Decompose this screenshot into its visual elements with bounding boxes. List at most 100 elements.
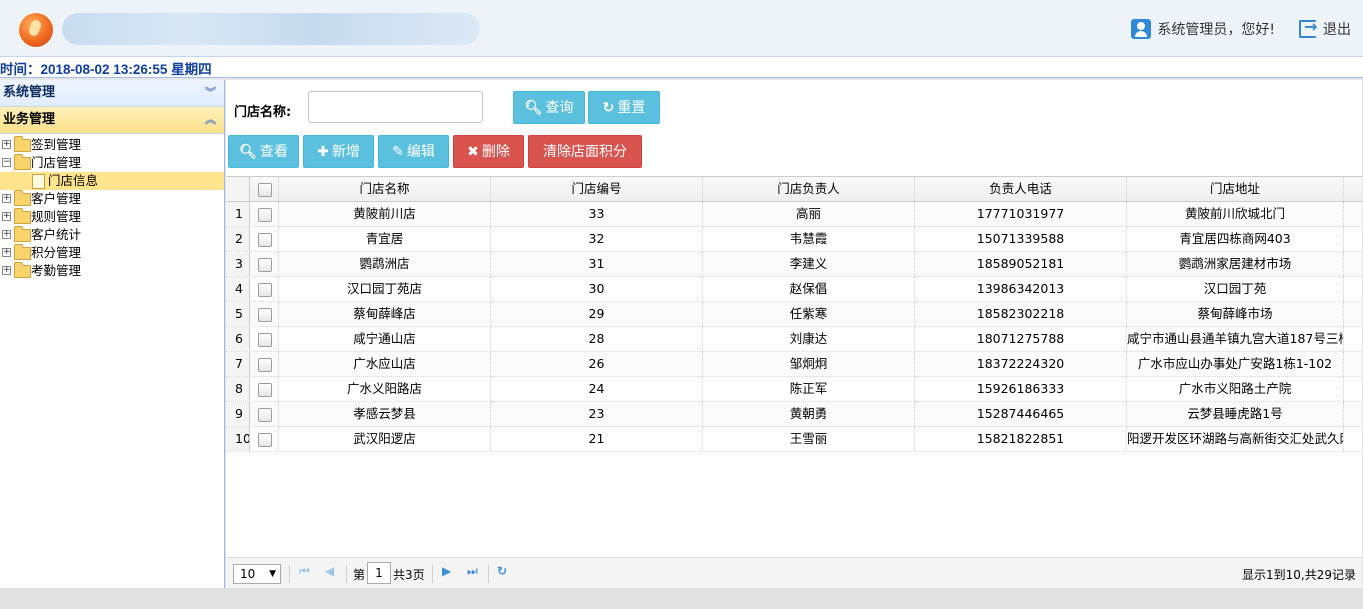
refresh-icon[interactable]: ↻ (497, 564, 507, 578)
tree-item-store-info[interactable]: 门店信息 (0, 172, 224, 190)
table-row[interactable]: 4 汉口园丁苑店 30 赵保倡 13986342013 汉口园丁苑 (226, 277, 1362, 302)
column-header-address[interactable]: 门店地址 (1127, 177, 1344, 201)
store-name-input[interactable] (308, 91, 483, 123)
select-all-checkbox[interactable] (258, 183, 272, 197)
folder-open-icon (14, 154, 31, 170)
edit-button[interactable]: ✎ 编辑 (378, 135, 449, 168)
column-header-manager[interactable]: 门店负责人 (703, 177, 915, 201)
row-checkbox[interactable] (258, 333, 272, 347)
expand-toggle-icon[interactable]: + (2, 248, 11, 257)
view-button[interactable]: 🔍︎ 查看 (228, 135, 299, 168)
row-number: 1 (226, 202, 250, 226)
panel-business-management[interactable]: 业务管理 ︽ (0, 107, 224, 134)
row-checkbox[interactable] (258, 208, 272, 222)
table-row[interactable]: 6 咸宁通山店 28 刘康达 18071275788 咸宁市通山县通羊镇九宫大道… (226, 327, 1362, 352)
collapse-toggle-icon[interactable]: − (2, 158, 11, 167)
first-page-icon[interactable]: ⏮ (299, 564, 310, 579)
page-number-value: 1 (375, 566, 383, 580)
cell-address: 青宜居四栋商网403 (1127, 227, 1344, 251)
row-select-cell[interactable] (250, 352, 279, 376)
expand-toggle-icon[interactable]: + (2, 266, 11, 275)
row-select-cell[interactable] (250, 202, 279, 226)
search-icon: 🔍︎ (524, 100, 543, 116)
sidebar: 系统管理 ︾ 业务管理 ︽ + 签到管理 − 门店管理 门店信息 + 客户管理 … (0, 80, 225, 588)
row-checkbox[interactable] (258, 358, 272, 372)
row-checkbox[interactable] (258, 233, 272, 247)
tree-item-points[interactable]: + 积分管理 (0, 244, 224, 262)
cell-address: 蔡甸薛峰市场 (1127, 302, 1344, 326)
tree-item-attendance[interactable]: + 考勤管理 (0, 262, 224, 280)
last-page-icon[interactable]: ⏭ (467, 564, 478, 579)
row-select-cell[interactable] (250, 402, 279, 426)
tree-item-stores[interactable]: − 门店管理 (0, 154, 224, 172)
expand-toggle-icon[interactable]: + (2, 194, 11, 203)
nav-tree: + 签到管理 − 门店管理 门店信息 + 客户管理 + 规则管理 + 客户统计 (0, 134, 224, 280)
row-checkbox[interactable] (258, 383, 272, 397)
row-number: 8 (226, 377, 250, 401)
cell-code: 23 (491, 402, 703, 426)
page-number-input[interactable]: 1 (367, 562, 391, 584)
tree-item-label: 规则管理 (31, 209, 82, 224)
table-row[interactable]: 8 广水义阳路店 24 陈正军 15926186333 广水市义阳路土产院 (226, 377, 1362, 402)
column-header-name[interactable]: 门店名称 (279, 177, 491, 201)
reset-button[interactable]: ↻ 重置 (588, 91, 660, 124)
column-header-code[interactable]: 门店编号 (491, 177, 703, 201)
add-button[interactable]: ✚ 新增 (303, 135, 374, 168)
cell-phone: 18372224320 (915, 352, 1127, 376)
collapse-icon[interactable]: ︽ (205, 107, 216, 133)
prev-page-icon[interactable]: ◀ (325, 564, 334, 578)
table-row[interactable]: 7 广水应山店 26 邹炯炯 18372224320 广水市应山办事处广安路1栋… (226, 352, 1362, 377)
cell-phone: 18589052181 (915, 252, 1127, 276)
footer-bar (0, 588, 1363, 609)
cell-name: 黄陂前川店 (279, 202, 491, 226)
panel-system-management[interactable]: 系统管理 ︾ (0, 80, 224, 107)
table-row[interactable]: 9 孝感云梦县 23 黄朝勇 15287446465 云梦县睡虎路1号 (226, 402, 1362, 427)
cell-filler (1344, 352, 1362, 376)
row-select-cell[interactable] (250, 277, 279, 301)
delete-button[interactable]: ✖ 删除 (453, 135, 524, 168)
row-select-cell[interactable] (250, 252, 279, 276)
tree-item-customer-stats[interactable]: + 客户统计 (0, 226, 224, 244)
tree-item-customers[interactable]: + 客户管理 (0, 190, 224, 208)
table-row[interactable]: 10 武汉阳逻店 21 王雪丽 15821822851 阳逻开发区环湖路与高新街… (226, 427, 1362, 452)
query-label: 查询 (545, 100, 574, 116)
clear-points-button[interactable]: 清除店面积分 (528, 135, 642, 168)
row-checkbox[interactable] (258, 408, 272, 422)
expand-toggle-icon[interactable]: + (2, 212, 11, 221)
expand-toggle-icon[interactable]: + (2, 230, 11, 239)
table-row[interactable]: 2 青宜居 32 韦慧霞 15071339588 青宜居四栋商网403 (226, 227, 1362, 252)
cell-name: 武汉阳逻店 (279, 427, 491, 451)
query-button[interactable]: 🔍︎ 查询 (513, 91, 585, 124)
cell-code: 26 (491, 352, 703, 376)
row-select-cell[interactable] (250, 227, 279, 251)
table-row[interactable]: 3 鹦鹉洲店 31 李建义 18589052181 鹦鹉洲家居建材市场 (226, 252, 1362, 277)
column-header-phone[interactable]: 负责人电话 (915, 177, 1127, 201)
row-checkbox[interactable] (258, 433, 272, 447)
row-checkbox[interactable] (258, 258, 272, 272)
cell-filler (1344, 327, 1362, 351)
page-size-select[interactable]: 10 (233, 564, 281, 584)
cell-filler (1344, 427, 1362, 451)
row-select-cell[interactable] (250, 327, 279, 351)
row-select-cell[interactable] (250, 302, 279, 326)
reset-label: 重置 (617, 100, 646, 116)
expand-icon[interactable]: ︾ (205, 80, 216, 106)
row-select-cell[interactable] (250, 377, 279, 401)
cell-manager: 韦慧霞 (703, 227, 915, 251)
add-label: 新增 (331, 144, 360, 160)
row-checkbox[interactable] (258, 283, 272, 297)
next-page-icon[interactable]: ▶ (442, 564, 451, 578)
cell-filler (1344, 227, 1362, 251)
close-icon: ✖ (467, 144, 479, 160)
row-checkbox[interactable] (258, 308, 272, 322)
logout-link[interactable]: 退出 (1323, 19, 1351, 39)
row-select-cell[interactable] (250, 427, 279, 451)
select-all-cell[interactable] (250, 177, 279, 201)
tree-item-signin[interactable]: + 签到管理 (0, 136, 224, 154)
table-row[interactable]: 1 黄陂前川店 33 高丽 17771031977 黄陂前川欣城北门 (226, 202, 1362, 227)
user-area: 系统管理员，您好! 退出 (1131, 17, 1351, 40)
expand-toggle-icon[interactable]: + (2, 140, 11, 149)
tree-item-rules[interactable]: + 规则管理 (0, 208, 224, 226)
table-row[interactable]: 5 蔡甸薛峰店 29 任紫寒 18582302218 蔡甸薛峰市场 (226, 302, 1362, 327)
logout-icon[interactable] (1299, 17, 1317, 38)
